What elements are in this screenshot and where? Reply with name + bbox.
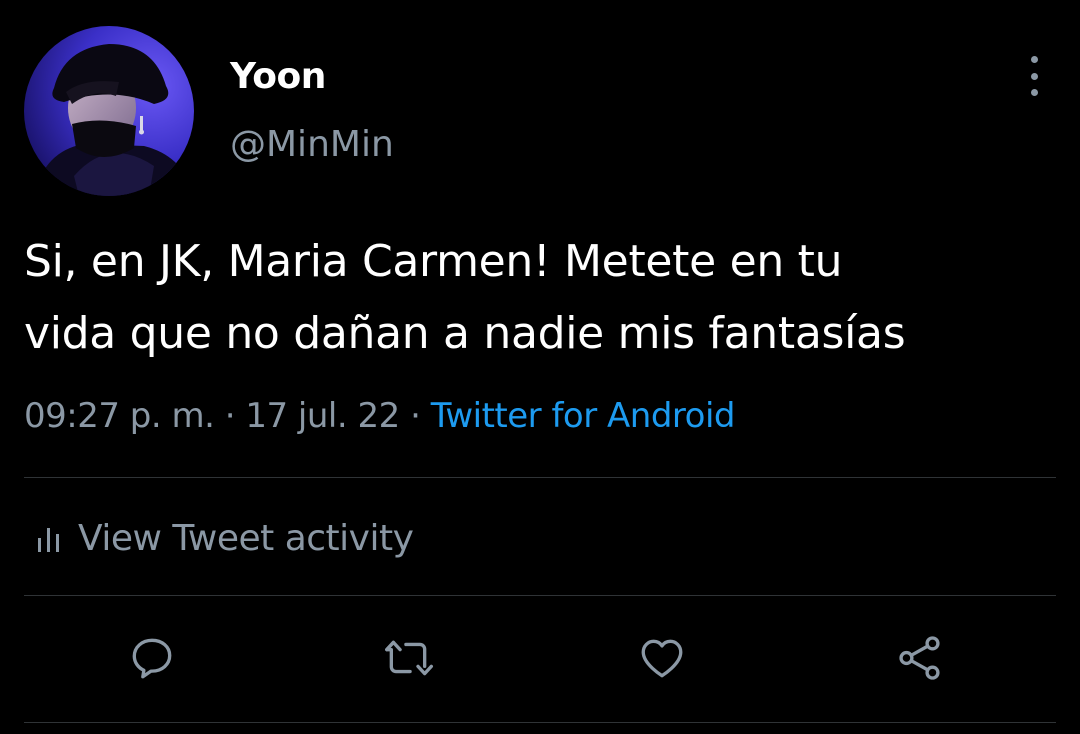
meta-separator: ·	[224, 396, 236, 436]
view-tweet-activity-label: View Tweet activity	[78, 517, 414, 559]
more-dot-icon	[1030, 89, 1038, 96]
meta-separator: ·	[410, 396, 421, 436]
divider	[24, 722, 1056, 723]
display-name[interactable]: Yoon	[230, 56, 326, 97]
reply-icon	[132, 638, 172, 679]
like-button[interactable]	[632, 628, 692, 688]
bar-chart-icon	[38, 528, 59, 552]
retweet-icon	[385, 640, 433, 676]
more-dot-icon	[1030, 56, 1038, 63]
avatar[interactable]	[24, 26, 194, 196]
share-button[interactable]	[890, 628, 950, 688]
share-icon	[899, 636, 940, 680]
tweet-source-link[interactable]: Twitter for Android	[431, 396, 736, 436]
tweet-metadata: 09:27 p. m. · 17 jul. 22 · Twitter for A…	[24, 396, 735, 436]
divider	[24, 595, 1056, 596]
divider	[24, 477, 1056, 478]
tweet-text-line: Si, en JK, Maria Carmen! Metete en tu	[24, 236, 843, 287]
tweet-text: Si, en JK, Maria Carmen! Metete en tu vi…	[24, 226, 1064, 370]
username-handle[interactable]: @MinMin	[230, 124, 394, 165]
tweet-date: 17 jul. 22	[245, 396, 400, 436]
more-options-button[interactable]	[1014, 54, 1054, 98]
reply-button[interactable]	[122, 628, 182, 688]
view-tweet-activity-button[interactable]: View Tweet activity	[36, 514, 414, 562]
heart-icon	[641, 639, 683, 678]
retweet-button[interactable]	[378, 628, 438, 688]
tweet-time: 09:27 p. m.	[24, 396, 215, 436]
avatar-photo	[24, 26, 194, 196]
tweet-text-line: vida que no dañan a nadie mis fantasías	[24, 308, 906, 359]
more-dot-icon	[1030, 72, 1038, 80]
